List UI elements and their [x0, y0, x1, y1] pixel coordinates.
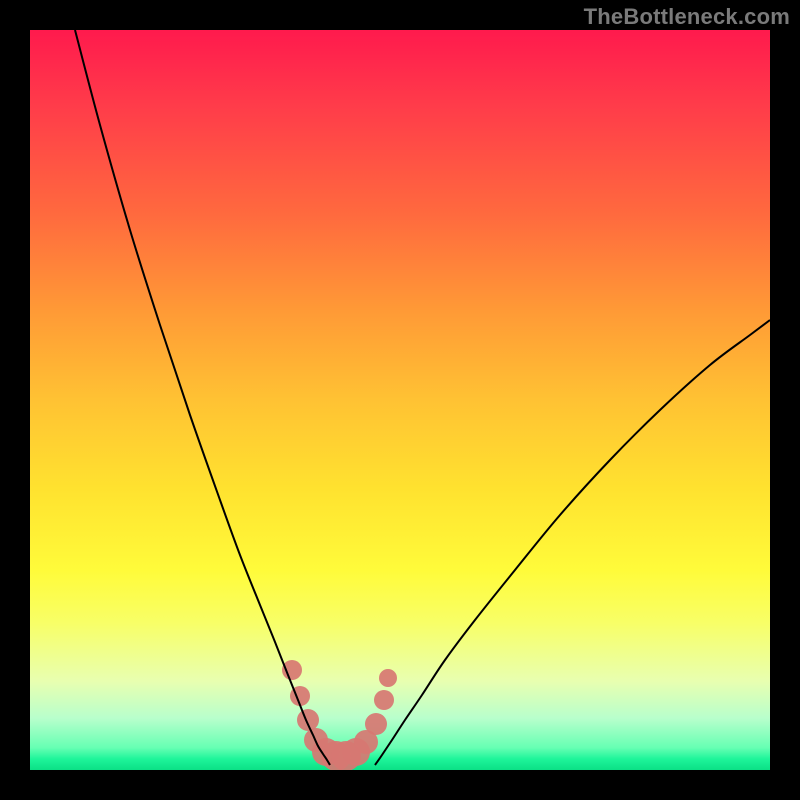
chart-svg	[30, 30, 770, 770]
right-curve	[375, 320, 770, 765]
left-curve	[75, 30, 330, 765]
marker-dot	[379, 669, 397, 687]
marker-dot	[297, 709, 319, 731]
marker-dot	[365, 713, 387, 735]
watermark-text: TheBottleneck.com	[584, 4, 790, 30]
marker-group	[282, 660, 397, 770]
plot-area	[30, 30, 770, 770]
marker-dot	[374, 690, 394, 710]
chart-frame: TheBottleneck.com	[0, 0, 800, 800]
